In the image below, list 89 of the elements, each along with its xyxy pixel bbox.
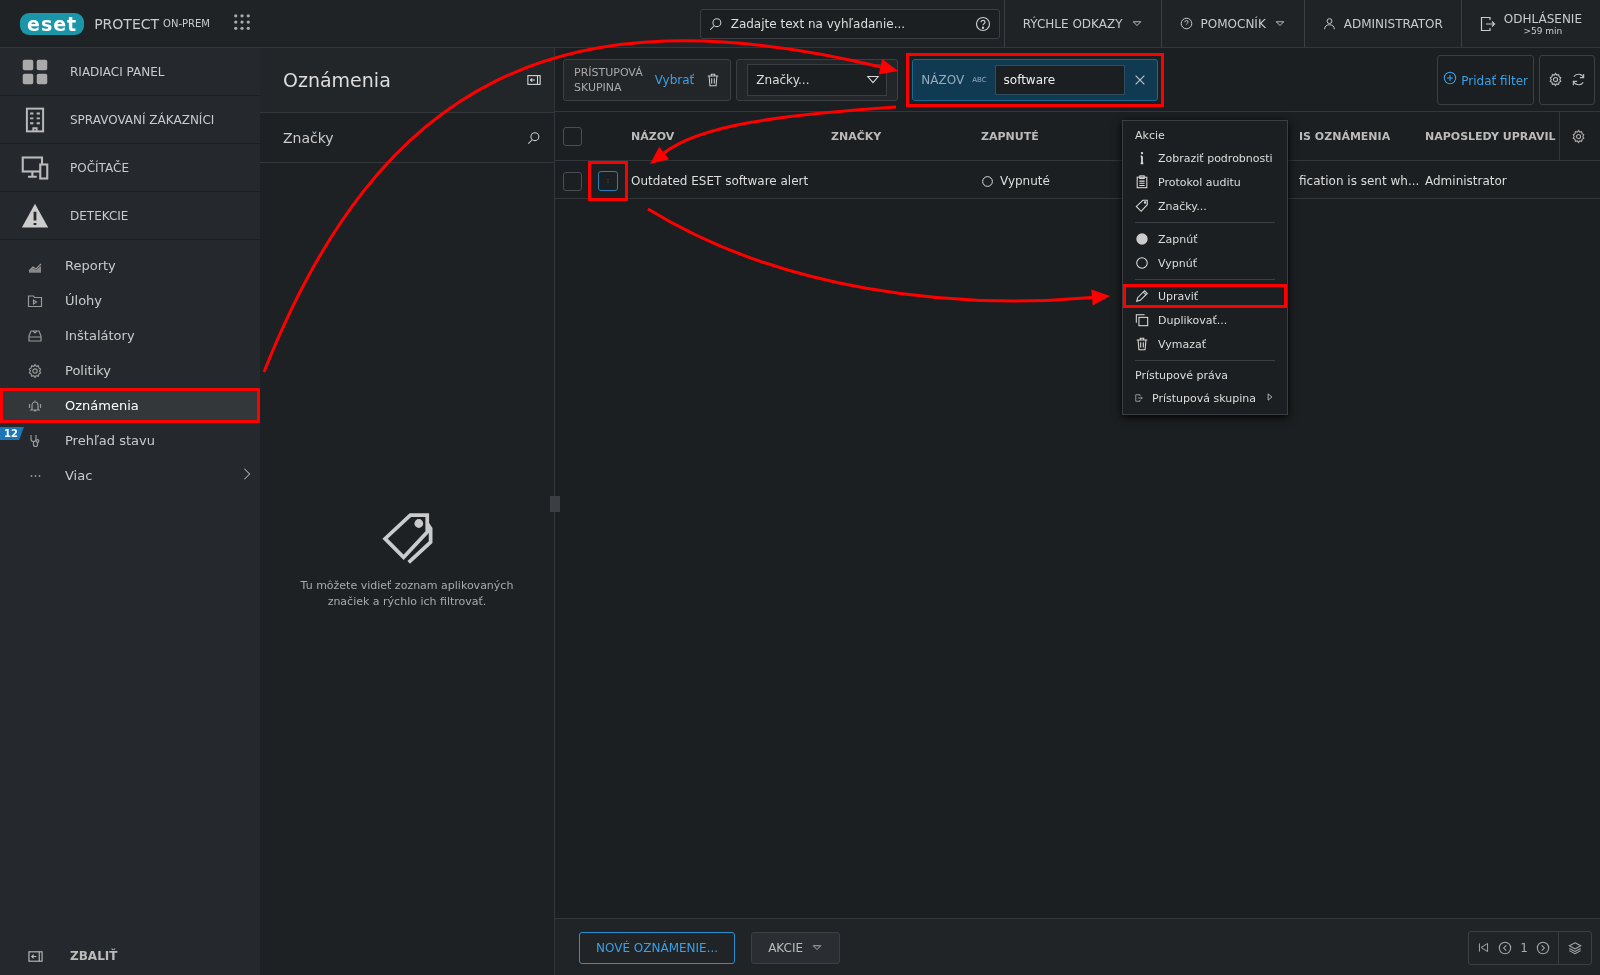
clipboard-icon [1135, 175, 1149, 189]
search-icon [708, 16, 723, 31]
tags-label: Značky [283, 129, 334, 146]
column-header[interactable]: NÁZOV [631, 129, 831, 143]
select-link[interactable]: Vybrať [654, 72, 695, 87]
pencil-icon [1135, 289, 1149, 303]
tray-icon [27, 327, 43, 344]
nav-item[interactable]: Politiky [0, 353, 260, 388]
next-page-icon [1536, 940, 1550, 955]
menu-heading: Prístupové práva [1134, 368, 1230, 384]
table-cell-text: fication is sent wh... [1299, 174, 1421, 188]
user-icon [1322, 17, 1336, 30]
settings-icon [1571, 128, 1586, 144]
quick-links-menu[interactable]: RÝCHLE ODKAZY [1003, 0, 1161, 47]
row-menu-button[interactable] [598, 171, 618, 191]
table-cell: Vypnuté [1000, 174, 1050, 188]
gear-icon [27, 362, 43, 379]
resize-handle[interactable] [550, 496, 560, 512]
column-header[interactable]: IS OZNÁMENIA [1299, 129, 1425, 143]
menu-item[interactable]: Upraviť [1123, 284, 1287, 308]
nav-item[interactable]: 12 Prehľad stavu [0, 423, 260, 458]
trash-icon [1135, 337, 1149, 351]
folder-play-icon [27, 292, 43, 309]
actions-dropdown[interactable]: AKCIE [751, 931, 841, 964]
user-menu[interactable]: ADMINISTRATOR [1303, 0, 1461, 47]
new-notification-button[interactable]: NOVÉ OZNÁMENIE... [579, 931, 736, 964]
row-checkbox[interactable] [563, 171, 582, 191]
dashboard-icon [21, 57, 49, 86]
computer-icon [21, 153, 49, 182]
refresh-icon [1571, 72, 1586, 87]
first-page-icon [1477, 941, 1491, 954]
column-header[interactable]: ZNAČKY [831, 129, 981, 143]
export-icon [1135, 391, 1143, 405]
table-cell-text: Outdated ESET software alert [631, 174, 810, 188]
select-all-checkbox[interactable] [563, 126, 582, 146]
table-cell-text: Administrator [1425, 174, 1508, 188]
copy-icon [1135, 313, 1149, 327]
menu-item[interactable]: Protokol auditu [1123, 170, 1287, 194]
tag-icon [1135, 199, 1149, 213]
nav-section[interactable]: DETEKCIE [0, 192, 260, 240]
menu-item[interactable]: Duplikovať... [1123, 308, 1287, 332]
menu-item[interactable]: Vypnúť [1123, 251, 1287, 275]
count-badge: 12 [0, 427, 24, 440]
nav-section[interactable]: RIADIACI PANEL [0, 48, 260, 96]
menu-heading: Akcie [1134, 128, 1166, 144]
plus-circle-icon [1443, 71, 1458, 85]
logo[interactable]: eset [20, 12, 85, 35]
previous-page-icon [1498, 940, 1513, 955]
page-number: 1 [1520, 940, 1528, 955]
layers-icon [1568, 940, 1582, 955]
menu-item[interactable]: Zapnúť [1123, 227, 1287, 251]
nav-section[interactable]: POČÍTAČE [0, 144, 260, 192]
nav-section[interactable]: SPRAVOVANÍ ZÁKAZNÍCI [0, 96, 260, 144]
nav-item[interactable]: Inštalátory [0, 318, 260, 353]
filter-label: PRÍSTUPOVÁ SKUPINA [574, 64, 643, 95]
collapse-icon [27, 948, 43, 964]
search-box[interactable]: Zadajte text na vyhľadanie... [699, 8, 1000, 39]
apps-grid-icon [232, 12, 252, 32]
help-menu[interactable]: POMOCNÍK [1160, 0, 1304, 47]
submenu-arrow-icon [1265, 391, 1275, 402]
nav-item[interactable]: Reporty [0, 248, 260, 283]
nav-item[interactable]: Oznámenia [0, 388, 260, 423]
nav-item[interactable]: Úlohy [0, 283, 260, 318]
help-icon [1179, 17, 1193, 30]
help-icon [974, 15, 991, 32]
collapse-panel-icon [527, 73, 541, 87]
logout-button[interactable]: ODHLÁSENIE >59 min [1460, 0, 1600, 47]
edition-label: ON-PREM [163, 18, 210, 29]
nav-item[interactable]: Viac [0, 458, 260, 493]
logout-icon [1479, 15, 1496, 32]
settings-icon [1548, 72, 1563, 87]
tags-dropdown[interactable]: Značky... [747, 63, 888, 96]
menu-item[interactable]: Zobraziť podrobnosti [1123, 146, 1287, 170]
filled-circle-icon [1135, 232, 1149, 246]
collapse-button[interactable]: ZBALIŤ [0, 936, 260, 975]
menu-item[interactable]: Značky... [1123, 194, 1287, 218]
circle-icon [1135, 256, 1149, 270]
menu-item[interactable]: Prístupová skupina [1123, 386, 1287, 410]
empty-state-text: Tu môžete vidieť zoznam aplikovaných značiek a rýchlo ich filtrovať. [299, 577, 515, 610]
panel-title: Oznámenia [283, 69, 391, 91]
trash-icon [706, 72, 721, 87]
search-icon [527, 130, 541, 145]
search-field[interactable]: Zadajte text na vyhľadanie... [728, 15, 969, 32]
filter-label: NÁZOV [921, 72, 965, 87]
column-header[interactable]: NAPOSLEDY UPRAVIL [1425, 129, 1559, 143]
product-name: PROTECT [94, 15, 160, 32]
filter-input[interactable]: software [994, 64, 1125, 95]
circle-icon [981, 174, 994, 188]
menu-item[interactable]: Vymazať [1123, 332, 1287, 356]
